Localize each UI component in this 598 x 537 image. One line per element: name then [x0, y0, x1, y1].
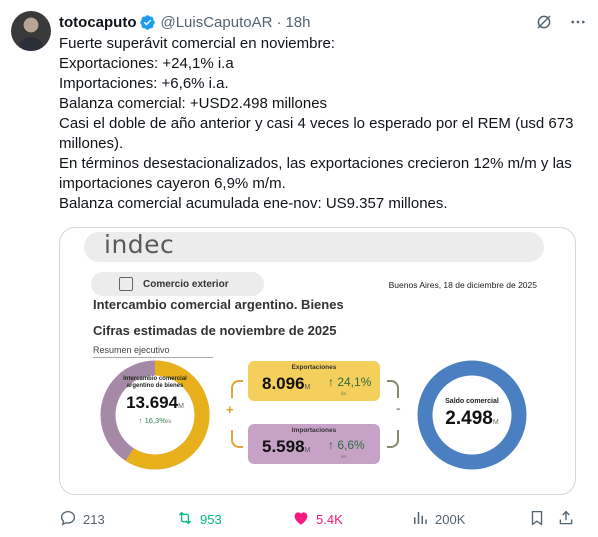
- more-icon[interactable]: [568, 12, 588, 32]
- section-pill-label: Comercio exterior: [143, 278, 229, 290]
- reply-button[interactable]: 213: [59, 508, 105, 530]
- saldo-value: 2.498M: [436, 408, 508, 430]
- saldo-unit: M: [492, 419, 499, 426]
- indec-header-bar: indec: [84, 230, 544, 262]
- plus-sign: +: [226, 402, 234, 417]
- bookmark-button[interactable]: [528, 508, 546, 530]
- separator-dot: ·: [276, 13, 282, 31]
- report-subtitle: Cifras estimadas de noviembre de 2025: [93, 323, 337, 338]
- exports-number: 8.096: [262, 374, 305, 393]
- bookmark-icon: [528, 509, 546, 530]
- imports-unit: M: [304, 447, 311, 454]
- bracket-decoration: [387, 380, 399, 398]
- section-pill: Comercio exterior: [91, 272, 264, 296]
- imports-variation-sub: i/a: [341, 454, 346, 459]
- exports-value: 8.096M: [262, 374, 310, 394]
- intercambio-value: 13.694M: [119, 393, 191, 413]
- user-handle[interactable]: @LuisCaputoAR: [160, 14, 272, 31]
- verified-badge-icon: [139, 14, 156, 31]
- bracket-decoration: [231, 430, 243, 448]
- grok-icon[interactable]: [534, 12, 554, 32]
- exports-label: Exportaciones: [291, 364, 337, 371]
- imports-variation: ↑ 6,6%: [328, 438, 365, 452]
- like-icon: [292, 509, 310, 530]
- tweet-line: Balanza comercial: +USD2.498 millones: [59, 95, 328, 112]
- retweet-count: 953: [200, 511, 222, 527]
- tweet-actions: 213 953 5.4K 200K: [59, 508, 579, 530]
- share-button[interactable]: [557, 508, 575, 530]
- tweet-line: Importaciones: +6,6% i.a.: [59, 75, 229, 92]
- like-button[interactable]: 5.4K: [292, 508, 343, 530]
- intercambio-variation-value: ↑ 16,3%: [138, 416, 166, 425]
- reply-count: 213: [83, 511, 105, 527]
- display-name[interactable]: totocaputo: [59, 14, 136, 31]
- like-count: 5.4K: [316, 511, 343, 527]
- tweet-line: Exportaciones: +24,1% i.a: [59, 55, 234, 72]
- intercambio-label: Intercambio comercial argentino de biene…: [123, 376, 187, 389]
- divider: [93, 357, 213, 358]
- intercambio-unit: M: [178, 403, 184, 410]
- intercambio-number: 13.694: [126, 393, 179, 412]
- timestamp[interactable]: 18h: [285, 14, 310, 31]
- saldo-number: 2.498: [445, 408, 493, 429]
- views-button[interactable]: 200K: [411, 508, 465, 530]
- summary-label: Resumen ejecutivo: [93, 345, 170, 355]
- exports-variation: ↑ 24,1%: [328, 375, 372, 389]
- tweet-line: En términos desestacionalizados, las exp…: [59, 155, 572, 192]
- trade-icon: [119, 277, 133, 291]
- tweet-header: totocaputo @LuisCaputoAR · 18h: [59, 12, 588, 32]
- share-icon: [557, 509, 575, 530]
- reply-icon: [59, 509, 77, 530]
- imports-label: Importaciones: [291, 427, 337, 434]
- tweet-line: Casi el doble de año anterior y casi 4 v…: [59, 115, 574, 152]
- tweet-text: Fuerte superávit comercial en noviembre:…: [59, 34, 587, 214]
- saldo-label: Saldo comercial: [445, 398, 499, 405]
- exports-unit: M: [304, 384, 311, 391]
- exports-variation-sub: i/a: [341, 391, 346, 396]
- views-count: 200K: [435, 511, 466, 527]
- exports-box: Exportaciones 8.096M ↑ 24,1% i/a: [248, 361, 380, 401]
- saldo-center: Saldo comercial 2.498M: [436, 398, 508, 430]
- imports-value: 5.598M: [262, 437, 310, 457]
- indec-logo: indec: [104, 230, 175, 259]
- retweet-icon: [176, 509, 194, 530]
- report-date: Buenos Aires, 18 de diciembre de 2025: [388, 280, 537, 290]
- intercambio-variation-sub: i/a: [165, 419, 172, 425]
- report-title: Intercambio comercial argentino. Bienes: [93, 297, 344, 312]
- retweet-button[interactable]: 953: [176, 508, 222, 530]
- minus-sign: -: [396, 400, 401, 416]
- views-icon: [411, 509, 429, 530]
- bracket-decoration: [387, 430, 399, 448]
- tweet-line: Fuerte superávit comercial en noviembre:: [59, 35, 335, 52]
- bracket-decoration: [231, 380, 243, 398]
- intercambio-variation: ↑ 16,3%i/a: [119, 416, 191, 425]
- tweet-line: Balanza comercial acumulada ene-nov: US9…: [59, 195, 448, 212]
- imports-box: Importaciones 5.598M ↑ 6,6% i/a: [248, 424, 380, 464]
- media-card[interactable]: indec Comercio exterior Buenos Aires, 18…: [59, 227, 576, 495]
- avatar[interactable]: [11, 11, 51, 51]
- imports-number: 5.598: [262, 437, 305, 456]
- intercambio-center: Intercambio comercial argentino de biene…: [119, 376, 191, 425]
